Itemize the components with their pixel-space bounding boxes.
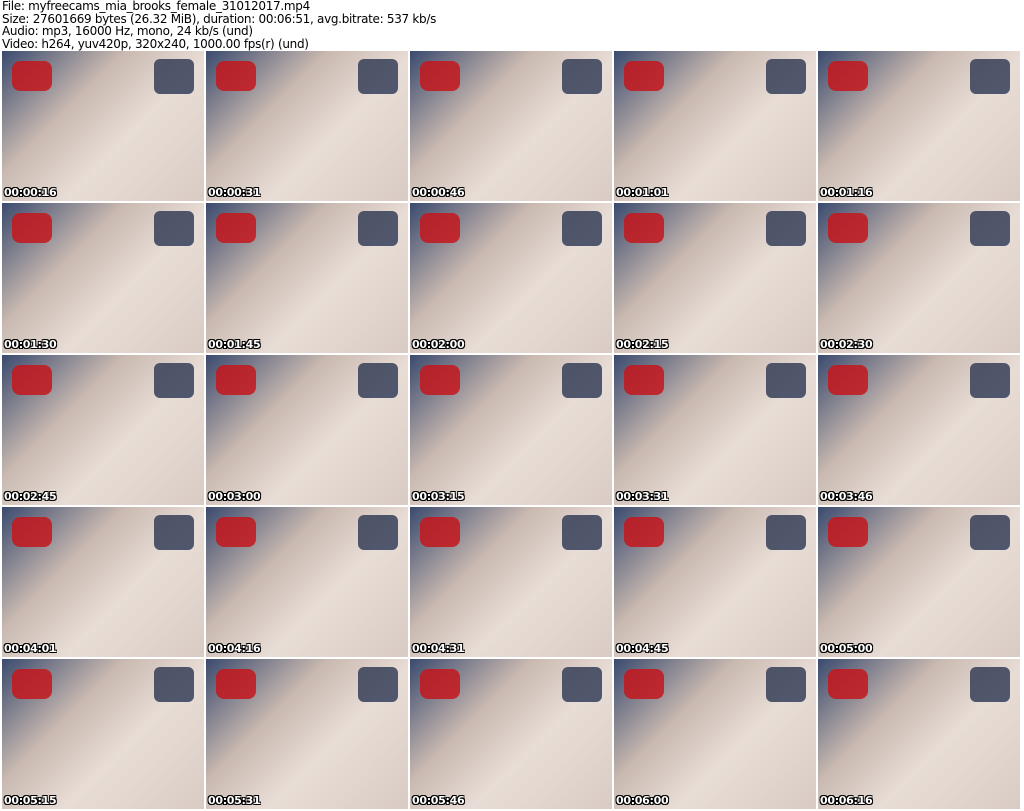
thumbnail-timestamp: 00:02:30 — [820, 338, 873, 351]
video-thumbnail: 00:04:31 — [410, 507, 612, 657]
video-thumbnail: 00:00:46 — [410, 51, 612, 201]
video-thumbnail: 00:01:16 — [818, 51, 1020, 201]
thumbnail-grid: 00:00:16 00:00:31 00:00:46 00:01:01 00:01:16… — [2, 51, 1020, 809]
video-thumbnail: 00:05:00 — [818, 507, 1020, 657]
thumbnail-timestamp: 00:02:45 — [4, 490, 57, 503]
video-thumbnail: 00:00:16 — [2, 51, 204, 201]
video-thumbnail: 00:05:31 — [206, 659, 408, 809]
video-thumbnail: 00:05:15 — [2, 659, 204, 809]
video-thumbnail: 00:04:45 — [614, 507, 816, 657]
video-thumbnail: 00:05:46 — [410, 659, 612, 809]
video-info: Video: h264, yuv420p, 320x240, 1000.00 f… — [2, 36, 309, 51]
thumbnail-timestamp: 00:03:46 — [820, 490, 873, 503]
video-thumbnail: 00:03:00 — [206, 355, 408, 505]
video-thumbnail: 00:01:01 — [614, 51, 816, 201]
thumbnail-timestamp: 00:05:46 — [412, 794, 465, 807]
file-name: File: myfreecams_mia_brooks_female_31012… — [2, 0, 310, 13]
video-thumbnail: 00:04:01 — [2, 507, 204, 657]
video-thumbnail: 00:03:46 — [818, 355, 1020, 505]
thumbnail-timestamp: 00:05:15 — [4, 794, 57, 807]
video-thumbnail: 00:02:00 — [410, 203, 612, 353]
thumbnail-timestamp: 00:01:30 — [4, 338, 57, 351]
thumbnail-timestamp: 00:03:31 — [616, 490, 669, 503]
thumbnail-timestamp: 00:04:45 — [616, 642, 669, 655]
thumbnail-timestamp: 00:04:16 — [208, 642, 261, 655]
thumbnail-timestamp: 00:02:15 — [616, 338, 669, 351]
thumbnail-timestamp: 00:03:00 — [208, 490, 261, 503]
thumbnail-timestamp: 00:04:01 — [4, 642, 57, 655]
thumbnail-timestamp: 00:05:00 — [820, 642, 873, 655]
video-thumbnail: 00:06:00 — [614, 659, 816, 809]
video-thumbnail: 00:03:31 — [614, 355, 816, 505]
thumbnail-timestamp: 00:01:01 — [616, 186, 669, 199]
thumbnail-timestamp: 00:02:00 — [412, 338, 465, 351]
video-thumbnail: 00:01:30 — [2, 203, 204, 353]
video-thumbnail: 00:01:45 — [206, 203, 408, 353]
thumbnail-timestamp: 00:00:46 — [412, 186, 465, 199]
thumbnail-timestamp: 00:01:45 — [208, 338, 261, 351]
file-info-header: File: myfreecams_mia_brooks_female_31012… — [2, 0, 436, 50]
thumbnail-timestamp: 00:06:00 — [616, 794, 669, 807]
video-thumbnail: 00:06:16 — [818, 659, 1020, 809]
video-thumbnail: 00:02:45 — [2, 355, 204, 505]
video-thumbnail: 00:02:30 — [818, 203, 1020, 353]
thumbnail-timestamp: 00:06:16 — [820, 794, 873, 807]
thumbnail-timestamp: 00:03:15 — [412, 490, 465, 503]
thumbnail-timestamp: 00:01:16 — [820, 186, 873, 199]
video-thumbnail: 00:00:31 — [206, 51, 408, 201]
thumbnail-timestamp: 00:05:31 — [208, 794, 261, 807]
video-thumbnail: 00:04:16 — [206, 507, 408, 657]
thumbnail-timestamp: 00:00:16 — [4, 186, 57, 199]
audio-info: Audio: mp3, 16000 Hz, mono, 24 kb/s (und… — [2, 24, 253, 38]
video-thumbnail: 00:03:15 — [410, 355, 612, 505]
thumbnail-timestamp: 00:04:31 — [412, 642, 465, 655]
thumbnail-timestamp: 00:00:31 — [208, 186, 261, 199]
video-thumbnail: 00:02:15 — [614, 203, 816, 353]
